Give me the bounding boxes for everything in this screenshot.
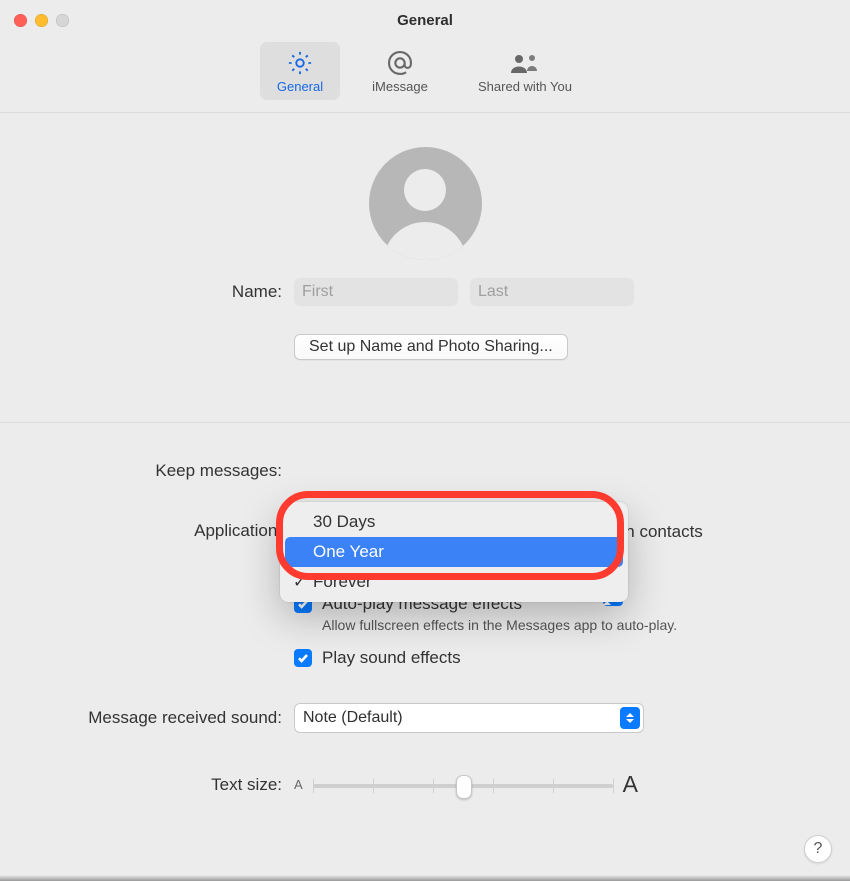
- tab-shared-with-you[interactable]: Shared with You: [460, 42, 590, 100]
- titlebar: General: [0, 0, 850, 34]
- prefs-toolbar: General iMessage Shared with You: [0, 34, 850, 113]
- content: Name: Set up Name and Photo Sharing... K…: [0, 113, 850, 798]
- text-size-label: Text size:: [0, 775, 282, 795]
- slider-thumb[interactable]: [456, 775, 472, 799]
- tab-general-label: General: [260, 78, 340, 96]
- text-size-small-indicator: A: [294, 777, 303, 792]
- received-sound-select[interactable]: Note (Default): [294, 703, 644, 733]
- last-name-input[interactable]: [470, 278, 634, 306]
- close-window-button[interactable]: [14, 14, 27, 27]
- people-icon: [460, 48, 590, 78]
- help-button[interactable]: ?: [804, 835, 832, 863]
- tab-general[interactable]: General: [260, 42, 340, 100]
- keep-option-one-year[interactable]: One Year: [285, 537, 623, 567]
- keep-messages-label: Keep messages:: [0, 459, 282, 481]
- checkbox-sound-label: Play sound effects: [322, 647, 461, 669]
- tab-shared-label: Shared with You: [460, 78, 590, 96]
- window-controls: [0, 14, 69, 27]
- received-sound-value: Note (Default): [303, 709, 403, 727]
- minimize-window-button[interactable]: [35, 14, 48, 27]
- setup-name-photo-button[interactable]: Set up Name and Photo Sharing...: [294, 334, 568, 360]
- help-icon: ?: [814, 840, 823, 858]
- keep-messages-popup: 30 Days One Year Forever: [280, 502, 628, 602]
- received-sound-label: Message received sound:: [0, 708, 282, 728]
- text-size-large-indicator: A: [623, 771, 638, 798]
- application-label: Application:: [0, 519, 282, 541]
- checkbox-sound-effects[interactable]: [294, 649, 312, 667]
- keep-option-30-days[interactable]: 30 Days: [285, 507, 623, 537]
- window-title: General: [0, 12, 850, 29]
- chevron-updown-icon: [620, 707, 640, 729]
- at-sign-icon: [360, 48, 440, 78]
- keep-messages-row: Keep messages:: [0, 459, 850, 481]
- gear-icon: [260, 48, 340, 78]
- profile-avatar[interactable]: [369, 147, 482, 260]
- text-size-slider[interactable]: [313, 775, 613, 795]
- keep-option-forever[interactable]: Forever: [285, 567, 623, 597]
- preferences-window: General General iMessage: [0, 0, 850, 881]
- first-name-input[interactable]: [294, 278, 458, 306]
- zoom-window-button[interactable]: [56, 14, 69, 27]
- name-label: Name:: [0, 282, 294, 302]
- checkbox-autoplay-sub: Allow fullscreen effects in the Messages…: [322, 617, 677, 633]
- tab-imessage-label: iMessage: [360, 78, 440, 96]
- tab-imessage[interactable]: iMessage: [360, 42, 440, 100]
